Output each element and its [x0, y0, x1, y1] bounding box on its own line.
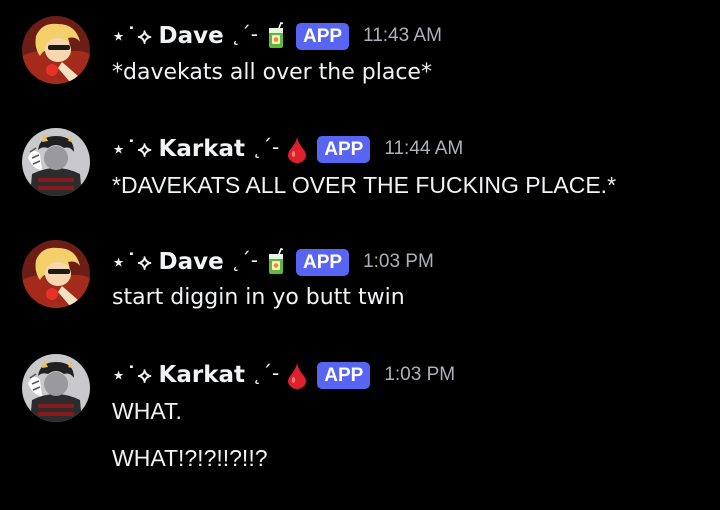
message-header: ⋆˙⟡ Karkat ˛ˊ- APP 1:03 PM	[112, 359, 455, 391]
name-prefix-sparkle: ⋆˙⟡	[112, 136, 153, 161]
juice-box-icon	[264, 248, 288, 276]
avatar-dave[interactable]	[22, 240, 90, 308]
dave-avatar-image	[22, 16, 90, 84]
username[interactable]: Dave	[159, 23, 224, 49]
name-decoration: ˛ˊ-	[252, 361, 280, 385]
name-prefix-sparkle: ⋆˙⟡	[112, 362, 153, 387]
message-header: ⋆˙⟡ Dave ˛ˊ- APP 1:03 PM	[112, 246, 434, 278]
avatar-karkat[interactable]	[22, 128, 90, 196]
name-prefix-sparkle: ⋆˙⟡	[112, 249, 153, 274]
message-header: ⋆˙⟡ Dave ˛ˊ- APP 11:43 AM	[112, 20, 442, 52]
blood-drop-icon	[285, 135, 309, 163]
karkat-avatar-image	[22, 128, 90, 196]
message-text: *DAVEKATS ALL OVER THE FUCKING PLACE.*	[112, 172, 617, 198]
message-header: ⋆˙⟡ Karkat ˛ˊ- APP 11:44 AM	[112, 133, 463, 165]
name-decoration: ˛ˊ-	[230, 248, 258, 272]
message-text: start diggin in yo butt twin	[112, 285, 405, 310]
app-badge: APP	[295, 248, 350, 276]
app-badge: APP	[317, 361, 371, 389]
blood-drop-icon	[285, 361, 309, 389]
message-text: WHAT!?!?!!?!!?	[112, 445, 268, 471]
timestamp[interactable]: 11:43 AM	[363, 25, 442, 47]
name-decoration: ˛ˊ-	[230, 22, 258, 46]
username[interactable]: Dave	[159, 249, 224, 275]
timestamp[interactable]: 11:44 AM	[384, 138, 463, 160]
message-text: *davekats all over the place*	[112, 60, 432, 85]
app-badge: APP	[295, 22, 350, 50]
avatar-karkat[interactable]	[22, 354, 90, 422]
name-prefix-sparkle: ⋆˙⟡	[112, 23, 153, 48]
message-text: WHAT.	[112, 398, 182, 424]
timestamp[interactable]: 1:03 PM	[363, 251, 434, 273]
timestamp[interactable]: 1:03 PM	[384, 364, 455, 386]
username[interactable]: Karkat	[159, 136, 246, 162]
name-decoration: ˛ˊ-	[252, 135, 280, 159]
username[interactable]: Karkat	[159, 362, 246, 388]
juice-box-icon	[264, 22, 288, 50]
dave-avatar-image	[22, 240, 90, 308]
avatar-dave[interactable]	[22, 16, 90, 84]
karkat-avatar-image	[22, 354, 90, 422]
app-badge: APP	[317, 135, 371, 163]
